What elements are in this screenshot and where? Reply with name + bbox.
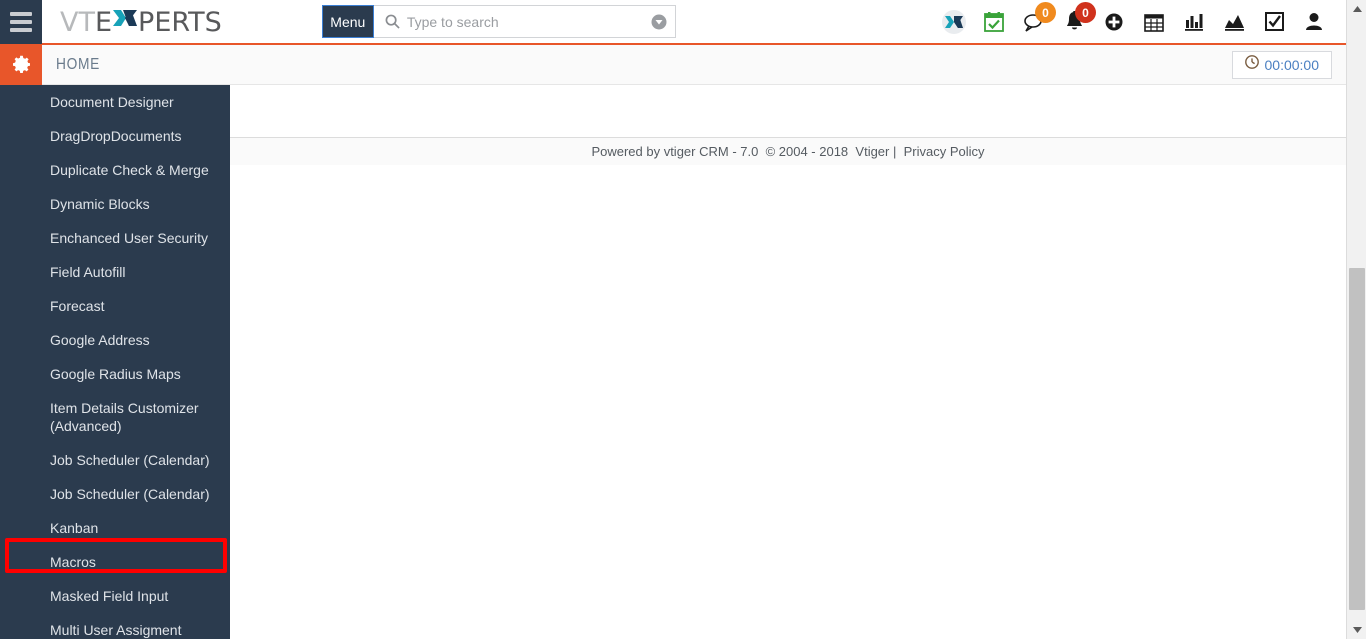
footer-separator: | (893, 144, 897, 159)
sidebar-item-multi-user-assigment[interactable]: Multi User Assigment (0, 613, 230, 639)
privacy-policy-link[interactable]: Privacy Policy (904, 144, 985, 159)
hamburger-icon-bar (10, 27, 32, 32)
quick-create-plus-icon[interactable] (1094, 0, 1134, 44)
logo-x-icon (112, 5, 138, 31)
logo-text-perts: PERTS (138, 7, 222, 38)
sidebar-item-label: Job Scheduler (Calendar) (50, 452, 210, 468)
sidebar-item-dragdropdocuments[interactable]: DragDropDocuments (0, 119, 230, 153)
scroll-up-arrow-icon[interactable] (1347, 0, 1366, 18)
page-title: HOME (56, 55, 101, 73)
top-icon-bar: 0 0 (934, 0, 1346, 44)
sidebar-item-dynamic-blocks[interactable]: Dynamic Blocks (0, 187, 230, 221)
top-navigation-bar: VTE PERTS Menu 0 (0, 0, 1346, 45)
notification-badge: 0 (1075, 2, 1096, 23)
chat-bubble-icon[interactable]: 0 (1014, 0, 1056, 44)
footer-powered-by: Powered by vtiger CRM - 7.0 (591, 144, 759, 159)
global-search-box[interactable] (373, 5, 676, 38)
breadcrumb-bar: HOME 00:00:00 (0, 44, 1346, 85)
user-profile-icon[interactable] (1294, 0, 1334, 44)
logo-text-vt: VT (60, 7, 95, 38)
logo-text-e: E (94, 7, 113, 38)
bar-chart-icon[interactable] (1174, 0, 1214, 44)
timer-widget[interactable]: 00:00:00 (1231, 50, 1332, 79)
sidebar-menu[interactable]: Document Designer DragDropDocuments Dupl… (0, 85, 230, 639)
sidebar-item-forecast[interactable]: Forecast (0, 289, 230, 323)
page-footer: Powered by vtiger CRM - 7.0 © 2004 - 201… (230, 137, 1346, 165)
calendar-grid-icon[interactable] (1134, 0, 1174, 44)
search-icon (385, 14, 400, 29)
sidebar-item-label: Masked Field Input (50, 588, 169, 604)
chevron-down-circle-icon[interactable] (651, 14, 667, 30)
area-chart-icon[interactable] (1214, 0, 1254, 44)
sidebar-item-job-scheduler-calendar-1[interactable]: Job Scheduler (Calendar) (0, 443, 230, 477)
gear-icon[interactable] (0, 44, 42, 85)
hamburger-menu-button[interactable] (0, 0, 42, 44)
footer-text: Powered by vtiger CRM - 7.0 © 2004 - 201… (591, 144, 984, 159)
footer-copyright: © 2004 - 2018 (765, 144, 849, 159)
sidebar-item-label: Item Details Customizer (Advanced) (50, 400, 199, 434)
hamburger-icon-bar (10, 19, 32, 24)
hamburger-icon-bar (10, 11, 32, 16)
sidebar-item-label: Forecast (50, 298, 105, 314)
xpert-logo-icon[interactable] (934, 0, 974, 44)
sidebar-item-label: Google Address (50, 332, 150, 348)
sidebar-item-label: Kanban (50, 520, 99, 536)
bell-notification-icon[interactable]: 0 (1054, 0, 1096, 44)
sidebar-item-label: Google Radius Maps (50, 366, 181, 382)
sidebar-item-field-autofill[interactable]: Field Autofill (0, 255, 230, 289)
sidebar-item-label: Job Scheduler (Calendar) (50, 486, 210, 502)
main-content-area (230, 85, 1346, 639)
sidebar-item-label: Field Autofill (50, 264, 126, 280)
sidebar-item-label: DragDropDocuments (50, 128, 182, 144)
sidebar-item-label: Multi User Assigment (50, 622, 182, 638)
content-panel (230, 86, 1346, 137)
sidebar-item-duplicate-check-merge[interactable]: Duplicate Check & Merge (0, 153, 230, 187)
footer-company: Vtiger (855, 144, 890, 159)
vertical-scrollbar[interactable] (1346, 0, 1366, 639)
search-input[interactable] (406, 13, 651, 30)
scroll-down-arrow-icon[interactable] (1347, 621, 1366, 639)
sidebar-item-label: Document Designer (50, 94, 174, 110)
sidebar-item-label: Dynamic Blocks (50, 196, 150, 212)
sidebar-item-kanban[interactable]: Kanban (0, 511, 230, 545)
timer-value: 00:00:00 (1264, 56, 1320, 73)
menu-button[interactable]: Menu (321, 5, 374, 38)
sidebar-item-google-address[interactable]: Google Address (0, 323, 230, 357)
sidebar-item-macros[interactable]: Macros (0, 545, 230, 579)
sidebar-item-item-details-customizer[interactable]: Item Details Customizer (Advanced) (0, 391, 230, 443)
sidebar-item-label: Enchanced User Security (50, 230, 208, 246)
checkbox-tasks-icon[interactable] (1254, 0, 1294, 44)
sidebar-item-enchanced-user-security[interactable]: Enchanced User Security (0, 221, 230, 255)
vtexperts-logo[interactable]: VT E PERTS (60, 5, 222, 38)
sidebar-item-masked-field-input[interactable]: Masked Field Input (0, 579, 230, 613)
sidebar-item-document-designer[interactable]: Document Designer (0, 85, 230, 119)
sidebar-item-label: Duplicate Check & Merge (50, 162, 209, 178)
chat-unread-badge: 0 (1035, 2, 1056, 23)
scrollbar-thumb[interactable] (1349, 268, 1365, 610)
clock-icon (1244, 55, 1259, 74)
sidebar-item-job-scheduler-calendar-2[interactable]: Job Scheduler (Calendar) (0, 477, 230, 511)
application-window: VTE PERTS Menu 0 (0, 0, 1366, 639)
calendar-check-icon[interactable] (974, 0, 1014, 44)
sidebar-item-google-radius-maps[interactable]: Google Radius Maps (0, 357, 230, 391)
sidebar-item-label: Macros (50, 554, 96, 570)
